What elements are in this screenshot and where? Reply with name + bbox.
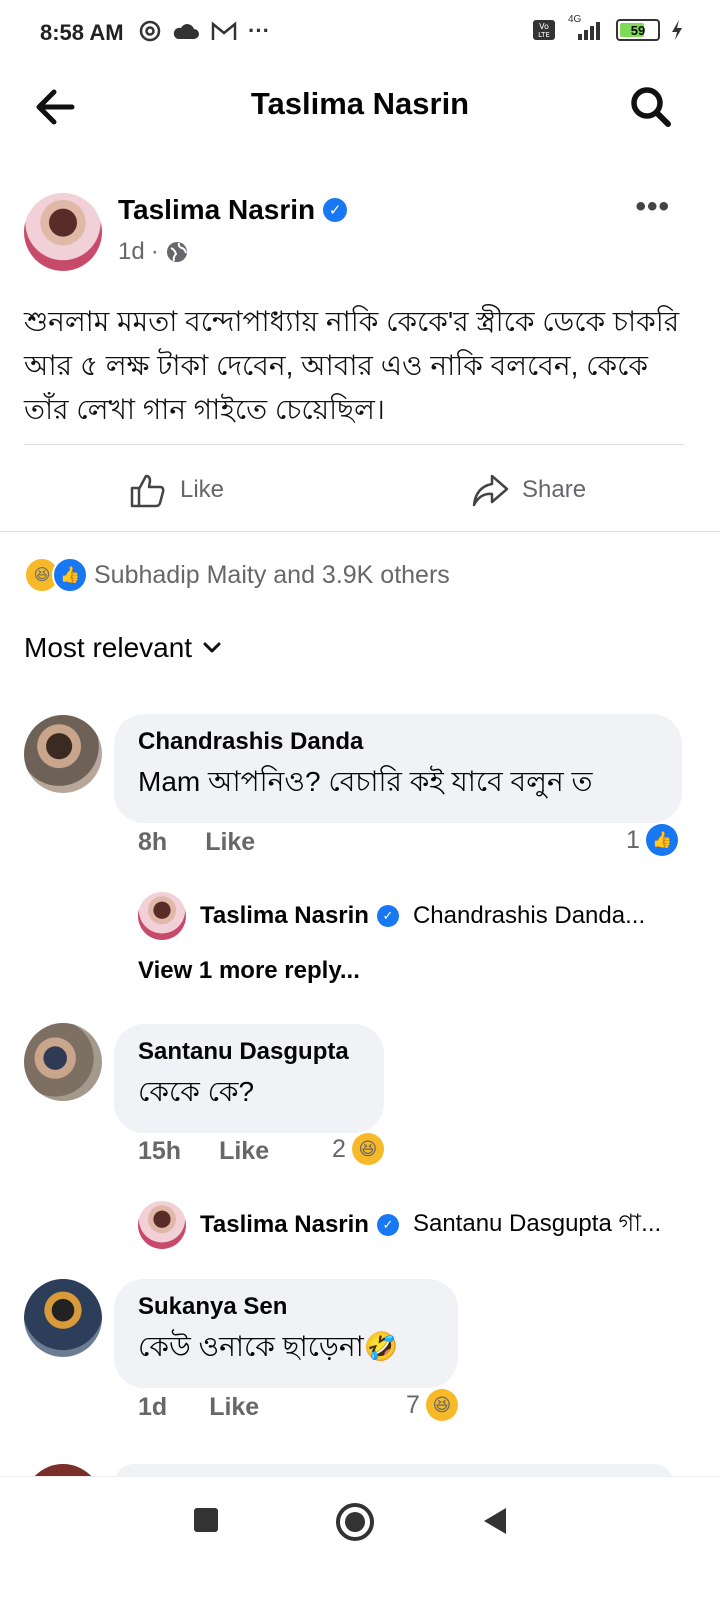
comment-like-button[interactable]: Like [219, 1137, 269, 1166]
gmail-icon [211, 21, 237, 40]
post-like-button[interactable]: Like [128, 470, 224, 510]
search-icon [631, 87, 671, 127]
reaction-count: 7 [406, 1390, 420, 1419]
comment-time: 8h [138, 828, 168, 856]
battery-icon: 59 [616, 19, 660, 41]
comment-reaction-count[interactable]: 2 😆 [332, 1133, 384, 1165]
post-options-button[interactable]: ••• [635, 190, 670, 224]
like-reaction-icon: 👍 [645, 824, 678, 856]
status-system-icons: Vo LTE 4G 59 [532, 14, 684, 42]
post-share-button[interactable]: Share [470, 470, 586, 510]
sort-label: Most relevant [24, 632, 193, 663]
reaction-count: 1 [626, 825, 640, 854]
at-sign-icon [139, 20, 161, 42]
comment-text: Mam আপনিও? বেচারি কই যাবে বলুন ত [138, 766, 593, 797]
recent-apps-button[interactable] [194, 1508, 218, 1532]
haha-reaction-icon: 😆 [351, 1133, 384, 1165]
reply-author-name: Taslima Nasrin [200, 902, 369, 929]
svg-text:LTE: LTE [538, 31, 550, 39]
comment-reaction-count[interactable]: 7 😆 [406, 1389, 458, 1421]
reply-snippet: Chandrashis Danda... [412, 902, 646, 929]
comment-bubble[interactable]: Santanu Dasgupta কেকে কে? [114, 1024, 384, 1133]
comment-reaction-count[interactable]: 1 👍 [626, 824, 678, 856]
like-reaction-icon: 👍 [52, 557, 88, 593]
home-icon [345, 1512, 365, 1532]
post-text: শুনলাম মমতা বন্দোপাধ্যায় নাকি কেকে'র স্… [24, 306, 680, 425]
comment-like-button[interactable]: Like [205, 828, 255, 857]
commenter-avatar[interactable] [24, 715, 102, 793]
comment-text: কেকে কে? [138, 1076, 255, 1107]
comment-bubble[interactable]: Chandrashis Danda Mam আপনিও? বেচারি কই য… [114, 714, 682, 823]
commenter-avatar[interactable] [24, 1279, 102, 1357]
svg-text:Vo: Vo [539, 22, 549, 31]
comment-sort-dropdown[interactable]: Most relevant [24, 632, 222, 664]
comment-like-button[interactable]: Like [209, 1393, 259, 1422]
comment-meta: 15h Like [138, 1137, 269, 1166]
comment-author[interactable]: Sukanya Sen [138, 1293, 434, 1321]
post-time: 1d [118, 238, 145, 265]
reply-preview[interactable]: Taslima Nasrin ✓ Santanu Dasgupta গা... [138, 1201, 661, 1249]
page-title: Taslima Nasrin [250, 86, 470, 121]
reply-preview[interactable]: Taslima Nasrin ✓ Chandrashis Danda... [138, 892, 645, 940]
post-reactions[interactable]: 😆 👍 Subhadip Maity and 3.9K others [24, 557, 450, 593]
charging-icon [672, 20, 682, 40]
reply-author: Taslima Nasrin ✓ [200, 902, 399, 930]
comment-time: 15h [138, 1137, 182, 1165]
system-back-button[interactable] [484, 1508, 506, 1534]
divider [24, 444, 684, 445]
status-time: 8:58 AM [40, 20, 124, 45]
reaction-count: 2 [332, 1134, 346, 1163]
reply-author-avatar [138, 1201, 186, 1249]
comment-meta: 8h Like [138, 828, 255, 857]
verified-badge-icon: ✓ [323, 198, 348, 222]
post-author-avatar[interactable] [24, 193, 102, 271]
status-notification-icons: ··· [138, 18, 270, 44]
verified-badge-icon: ✓ [376, 905, 399, 927]
comment-bubble[interactable]: Sukanya Sen কেউ ওনাকে ছাড়েনা🤣 [114, 1279, 458, 1388]
battery-level: 59 [630, 22, 646, 38]
thumbs-up-icon [130, 474, 165, 508]
post-like-label: Like [180, 476, 225, 503]
view-more-replies-link[interactable]: View 1 more reply... [138, 957, 360, 985]
comment-author[interactable]: Chandrashis Danda [138, 728, 658, 756]
reply-author-avatar [138, 892, 186, 940]
verified-badge-icon: ✓ [376, 1214, 399, 1236]
comment-meta: 1d Like [138, 1393, 259, 1422]
reply-snippet: Santanu Dasgupta গা... [412, 1210, 662, 1237]
commenter-avatar[interactable] [24, 1023, 102, 1101]
haha-reaction-icon: 😆 [425, 1389, 458, 1421]
cloud-icon [173, 24, 199, 39]
post-author-name: Taslima Nasrin [118, 194, 316, 225]
comment-author[interactable]: Santanu Dasgupta [138, 1038, 360, 1066]
signal-icon: 4G [566, 14, 606, 42]
volte-icon: VoLTE [533, 20, 555, 40]
chevron-down-icon [203, 642, 221, 653]
comment-text: কেউ ওনাকে ছাড়েনা🤣 [138, 1331, 399, 1362]
comment-time: 1d [138, 1393, 168, 1421]
reactions-summary: Subhadip Maity and 3.9K others [94, 560, 450, 589]
more-notifications-icon: ··· [248, 18, 270, 43]
divider [0, 531, 720, 532]
post-meta: 1d · [118, 238, 189, 266]
reply-author: Taslima Nasrin ✓ [200, 1211, 399, 1239]
search-button[interactable] [626, 82, 676, 132]
post-author[interactable]: Taslima Nasrin ✓ [118, 194, 348, 226]
post-share-label: Share [522, 476, 587, 503]
globe-icon [166, 242, 187, 262]
share-arrow-icon [472, 474, 509, 507]
reply-author-name: Taslima Nasrin [200, 1211, 369, 1238]
